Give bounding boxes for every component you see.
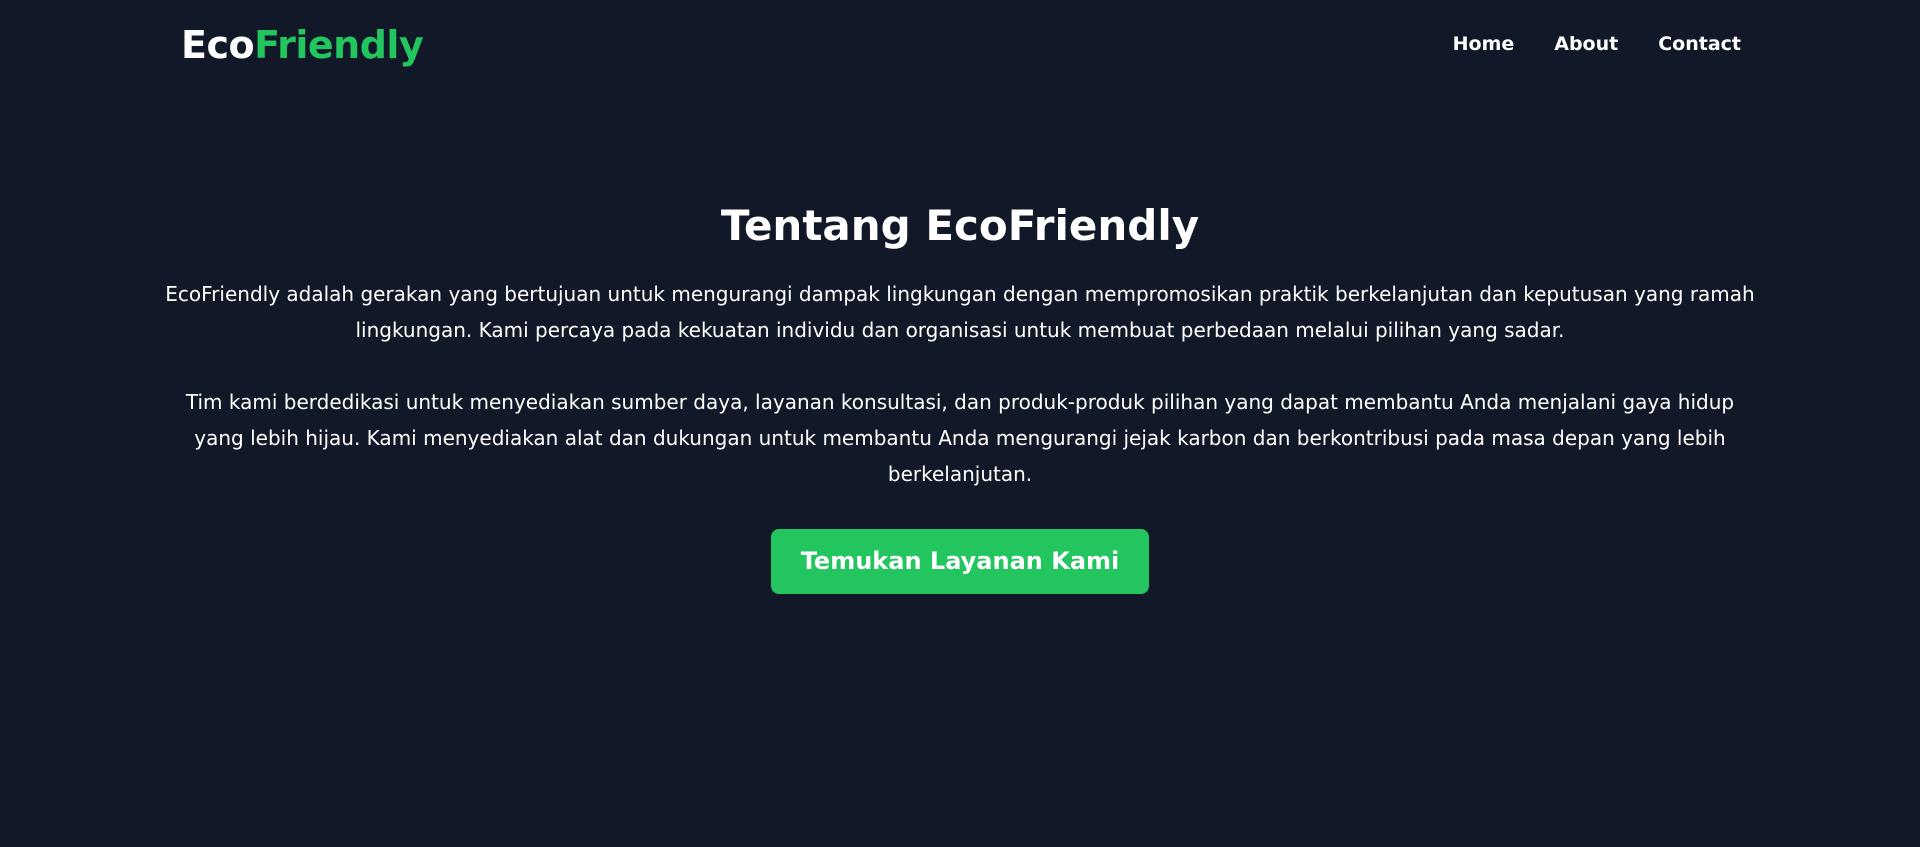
- page-title: Tentang EcoFriendly: [720, 201, 1200, 250]
- nav-link-home[interactable]: Home: [1453, 30, 1515, 58]
- site-logo[interactable]: EcoFriendly: [181, 20, 424, 70]
- nav-link-about[interactable]: About: [1554, 30, 1618, 58]
- page: EcoFriendly Home About Contact Tentang E…: [0, 0, 1920, 847]
- about-paragraph-2: Tim kami berdedikasi untuk menyediakan s…: [185, 390, 1735, 486]
- discover-services-button[interactable]: Temukan Layanan Kami: [770, 529, 1150, 594]
- about-paragraph-1: EcoFriendly adalah gerakan yang bertujua…: [165, 282, 1755, 342]
- logo-friendly-text: Friendly: [254, 23, 424, 67]
- main-nav: Home About Contact: [1453, 30, 1741, 58]
- logo-eco-text: Eco: [181, 23, 255, 67]
- navbar: EcoFriendly Home About Contact: [0, 0, 1920, 90]
- about-section: Tentang EcoFriendly EcoFriendly adalah g…: [160, 196, 1760, 594]
- nav-link-contact[interactable]: Contact: [1658, 30, 1741, 58]
